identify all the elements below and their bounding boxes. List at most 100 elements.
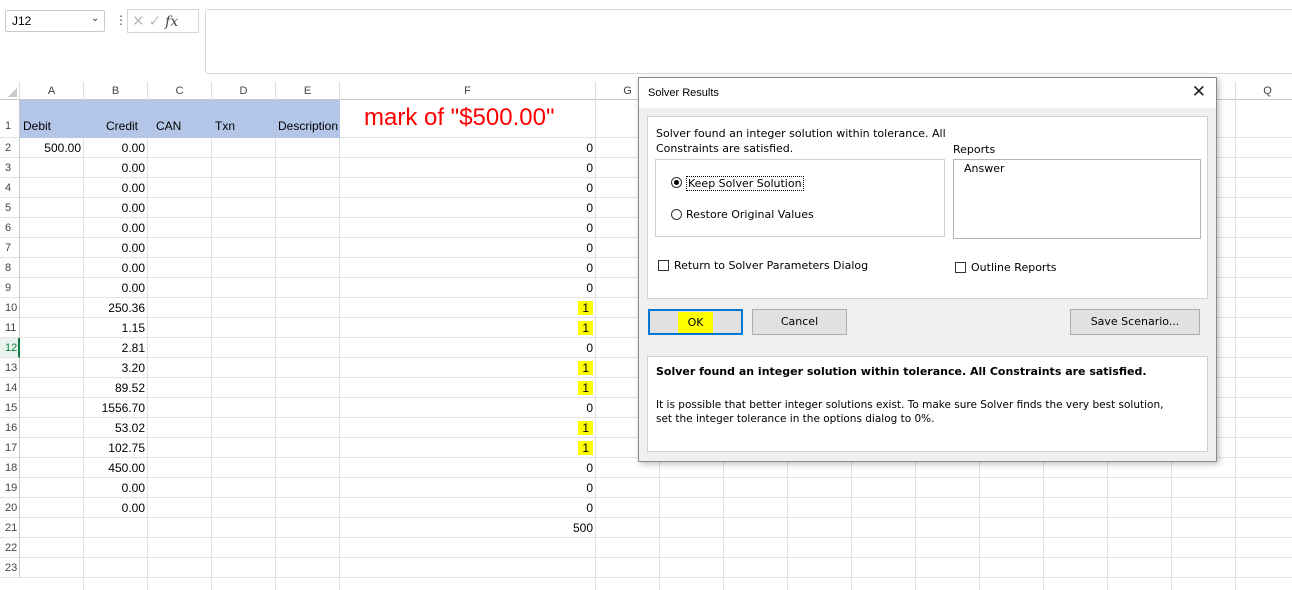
row-header-17[interactable]: 17 — [0, 438, 20, 458]
keep-solution-label[interactable]: Keep Solver Solution — [686, 176, 804, 191]
outline-reports-label[interactable]: Outline Reports — [971, 261, 1057, 274]
row-header-23[interactable]: 23 — [0, 558, 20, 578]
row-header-1[interactable]: 1 — [0, 100, 20, 138]
row-header-6[interactable]: 6 — [0, 218, 20, 238]
cell-B4[interactable]: 0.00 — [84, 178, 148, 198]
cell-B19[interactable]: 0.00 — [84, 478, 148, 498]
row-header-7[interactable]: 7 — [0, 238, 20, 258]
row-header-14[interactable]: 14 — [0, 378, 20, 398]
cell-A2[interactable]: 500.00 — [20, 138, 84, 158]
more-options-icon[interactable]: ⋮ — [115, 13, 127, 27]
row-header-9[interactable]: 9 — [0, 278, 20, 298]
outline-reports-checkbox[interactable] — [955, 262, 966, 273]
column-header-F[interactable]: F — [340, 82, 596, 100]
insert-function-icon[interactable]: fx — [165, 14, 178, 30]
cell-F6[interactable]: 0 — [340, 218, 596, 238]
row-header-12[interactable]: 12 — [0, 338, 20, 358]
cell-F20[interactable]: 0 — [340, 498, 596, 518]
row-header-4[interactable]: 4 — [0, 178, 20, 198]
restore-values-label[interactable]: Restore Original Values — [686, 208, 814, 221]
column-header-C[interactable]: C — [148, 82, 212, 100]
formula-buttons: ✕✓fx — [127, 9, 199, 33]
column-header-B[interactable]: B — [84, 82, 148, 100]
row-header-11[interactable]: 11 — [0, 318, 20, 338]
reports-listbox[interactable]: Answer — [953, 159, 1201, 239]
cell-F7[interactable]: 0 — [340, 238, 596, 258]
dialog-titlebar[interactable]: Solver Results ✕ — [639, 78, 1216, 108]
cell-B15[interactable]: 1556.70 — [84, 398, 148, 418]
cancel-icon[interactable]: ✕ — [132, 13, 149, 30]
return-dialog-checkbox[interactable] — [658, 260, 669, 271]
cell-B18[interactable]: 450.00 — [84, 458, 148, 478]
header-cell-C[interactable]: CAN — [148, 100, 212, 138]
name-box[interactable]: J12 — [5, 10, 105, 32]
row-header-15[interactable]: 15 — [0, 398, 20, 418]
column-header-D[interactable]: D — [212, 82, 276, 100]
header-cell-E[interactable]: Description — [276, 100, 340, 138]
row-header-19[interactable]: 19 — [0, 478, 20, 498]
cell-F2[interactable]: 0 — [340, 138, 596, 158]
cell-B3[interactable]: 0.00 — [84, 158, 148, 178]
row-header-21[interactable]: 21 — [0, 518, 20, 538]
reports-item-answer[interactable]: Answer — [964, 162, 1005, 175]
cell-B6[interactable]: 0.00 — [84, 218, 148, 238]
keep-solution-radio[interactable] — [671, 177, 682, 188]
cell-B2[interactable]: 0.00 — [84, 138, 148, 158]
cell-F4[interactable]: 0 — [340, 178, 596, 198]
cell-F10[interactable]: 1 — [340, 298, 596, 318]
ok-button[interactable]: OK — [648, 309, 743, 335]
cell-B9[interactable]: 0.00 — [84, 278, 148, 298]
cell-F18[interactable]: 0 — [340, 458, 596, 478]
enter-icon[interactable]: ✓ — [149, 13, 166, 30]
cell-F11[interactable]: 1 — [340, 318, 596, 338]
cell-F17[interactable]: 1 — [340, 438, 596, 458]
select-all-corner[interactable] — [0, 82, 20, 100]
chevron-down-icon[interactable]: ⌄ — [91, 13, 99, 24]
cell-B16[interactable]: 53.02 — [84, 418, 148, 438]
cell-B12[interactable]: 2.81 — [84, 338, 148, 358]
cell-F9[interactable]: 0 — [340, 278, 596, 298]
cell-F12[interactable]: 0 — [340, 338, 596, 358]
header-cell-B[interactable]: Credit — [84, 100, 148, 138]
column-header-A[interactable]: A — [20, 82, 84, 100]
cell-F8[interactable]: 0 — [340, 258, 596, 278]
header-cell-A[interactable]: Debit — [20, 100, 84, 138]
row-header-3[interactable]: 3 — [0, 158, 20, 178]
cell-F19[interactable]: 0 — [340, 478, 596, 498]
cell-F3[interactable]: 0 — [340, 158, 596, 178]
formula-input[interactable] — [205, 9, 1292, 74]
row-header-2[interactable]: 2 — [0, 138, 20, 158]
row-header-10[interactable]: 10 — [0, 298, 20, 318]
row-header-8[interactable]: 8 — [0, 258, 20, 278]
radio-group: Keep Solver Solution Restore Original Va… — [655, 159, 945, 237]
header-cell-D[interactable]: Txn — [212, 100, 276, 138]
cell-B13[interactable]: 3.20 — [84, 358, 148, 378]
row-header-13[interactable]: 13 — [0, 358, 20, 378]
cell-B20[interactable]: 0.00 — [84, 498, 148, 518]
save-scenario-button[interactable]: Save Scenario... — [1070, 309, 1200, 335]
cell-F13[interactable]: 1 — [340, 358, 596, 378]
column-header-Q[interactable]: Q — [1236, 82, 1292, 100]
cell-F16[interactable]: 1 — [340, 418, 596, 438]
row-header-5[interactable]: 5 — [0, 198, 20, 218]
cell-F21[interactable]: 500 — [340, 518, 596, 538]
cell-B14[interactable]: 89.52 — [84, 378, 148, 398]
cancel-button[interactable]: Cancel — [752, 309, 847, 335]
column-header-E[interactable]: E — [276, 82, 340, 100]
cell-B8[interactable]: 0.00 — [84, 258, 148, 278]
row-header-18[interactable]: 18 — [0, 458, 20, 478]
cell-F5[interactable]: 0 — [340, 198, 596, 218]
restore-values-radio[interactable] — [671, 209, 682, 220]
cell-B7[interactable]: 0.00 — [84, 238, 148, 258]
cell-B17[interactable]: 102.75 — [84, 438, 148, 458]
return-dialog-label[interactable]: Return to Solver Parameters Dialog — [674, 259, 868, 272]
cell-F14[interactable]: 1 — [340, 378, 596, 398]
cell-F15[interactable]: 0 — [340, 398, 596, 418]
row-header-16[interactable]: 16 — [0, 418, 20, 438]
row-header-20[interactable]: 20 — [0, 498, 20, 518]
cell-B5[interactable]: 0.00 — [84, 198, 148, 218]
close-icon[interactable]: ✕ — [1192, 82, 1206, 102]
cell-B10[interactable]: 250.36 — [84, 298, 148, 318]
cell-B11[interactable]: 1.15 — [84, 318, 148, 338]
row-header-22[interactable]: 22 — [0, 538, 20, 558]
